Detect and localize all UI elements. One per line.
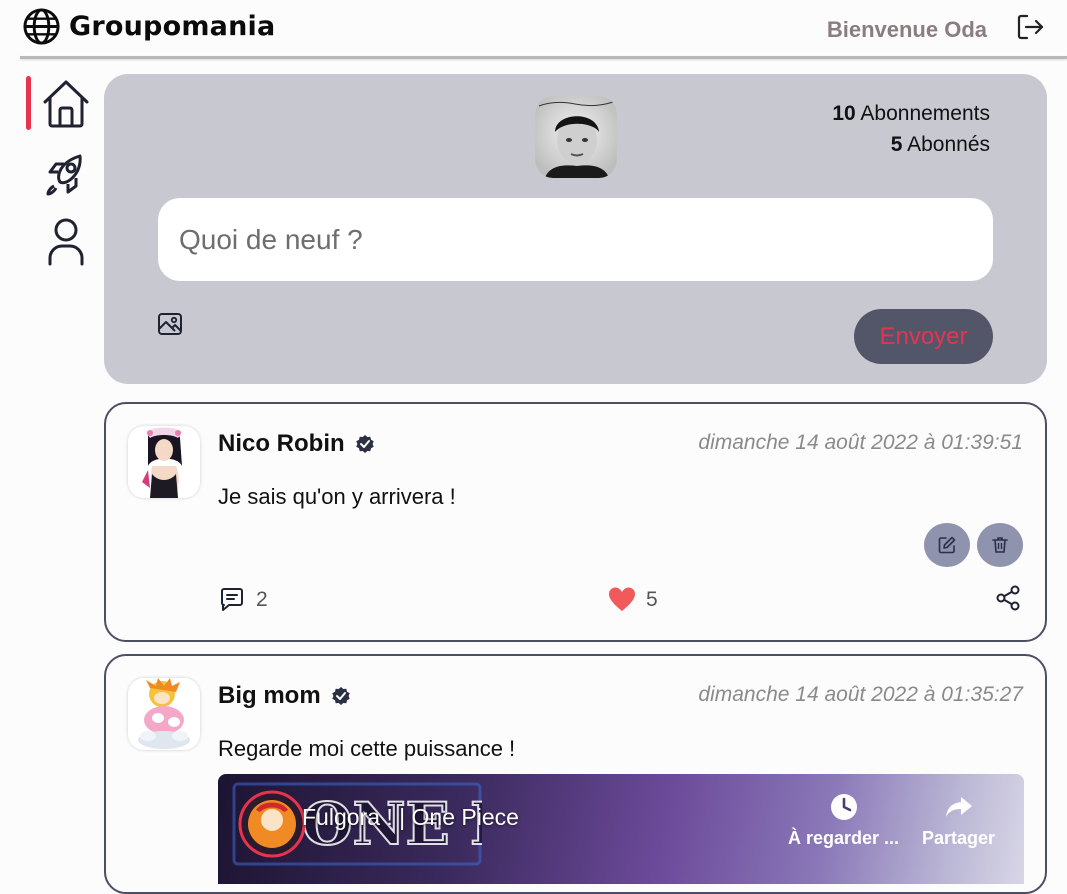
- following-stat[interactable]: 10 Abonnements: [832, 98, 990, 129]
- like-count: 5: [646, 588, 658, 611]
- brand[interactable]: Groupomania: [22, 7, 275, 46]
- share-arrow-icon: [945, 797, 972, 817]
- nav-home[interactable]: [26, 74, 96, 134]
- author-name-text: Nico Robin: [218, 430, 345, 457]
- post-input[interactable]: [158, 198, 993, 281]
- top-header: Groupomania Bienvenue Oda: [0, 0, 1067, 59]
- share-button[interactable]: [994, 584, 1022, 612]
- comments-button[interactable]: 2: [218, 586, 268, 614]
- rocket-icon: [46, 154, 82, 196]
- follow-stats: 10 Abonnements 5 Abonnés: [832, 98, 990, 160]
- edit-icon: [938, 536, 956, 554]
- active-indicator: [26, 76, 31, 130]
- watch-later-label: À regarder ...: [788, 828, 900, 848]
- comment-count: 2: [256, 588, 268, 611]
- video-title[interactable]: Fulgora ! | One Piece: [302, 804, 519, 831]
- header-divider: [20, 56, 1067, 59]
- clock-icon: [830, 794, 857, 820]
- post-text: Regarde moi cette puissance !: [218, 736, 516, 761]
- user-icon: [48, 218, 84, 266]
- author-avatar[interactable]: [128, 678, 200, 750]
- following-count: 10: [832, 102, 856, 125]
- comment-icon: [221, 588, 243, 611]
- video-share-button[interactable]: Partager: [922, 792, 995, 849]
- followers-count: 5: [890, 133, 903, 156]
- watch-later-button[interactable]: À regarder ...: [788, 792, 899, 849]
- image-icon[interactable]: [156, 310, 184, 338]
- following-label: Abonnements: [860, 102, 990, 125]
- nav-profile[interactable]: [26, 210, 96, 270]
- logout-icon[interactable]: [1015, 12, 1045, 42]
- author-name[interactable]: Nico Robin: [218, 430, 375, 458]
- brand-name: Groupomania: [69, 11, 276, 42]
- heart-icon: [609, 587, 635, 611]
- welcome-text: Bienvenue Oda: [826, 17, 987, 42]
- verified-icon: [331, 687, 350, 705]
- author-avatar[interactable]: [128, 426, 200, 498]
- trash-icon: [992, 537, 1008, 553]
- current-user-avatar[interactable]: [535, 96, 617, 178]
- send-button[interactable]: Envoyer: [854, 309, 993, 364]
- followers-stat[interactable]: 5 Abonnés: [832, 129, 990, 160]
- home-icon: [43, 80, 89, 128]
- share-icon: [996, 585, 1020, 611]
- delete-button[interactable]: [977, 523, 1023, 567]
- post-date: dimanche 14 août 2022 à 01:35:27: [698, 683, 1023, 706]
- post-date: dimanche 14 août 2022 à 01:39:51: [698, 431, 1023, 454]
- like-button[interactable]: 5: [608, 586, 658, 614]
- post-composer: 10 Abonnements 5 Abonnés Envoyer: [104, 74, 1047, 384]
- video-share-label: Partager: [922, 828, 996, 848]
- post-card: Nico Robin dimanche 14 août 2022 à 01:39…: [104, 402, 1047, 642]
- verified-icon: [355, 435, 374, 453]
- author-name-text: Big mom: [218, 682, 321, 709]
- globe-icon: [23, 8, 60, 45]
- followers-label: Abonnés: [907, 133, 990, 156]
- post-text: Je sais qu'on y arrivera !: [218, 484, 456, 509]
- post-card: Big mom dimanche 14 août 2022 à 01:35:27…: [104, 654, 1047, 894]
- edit-button[interactable]: [924, 523, 970, 567]
- nav-explore[interactable]: [26, 144, 96, 204]
- author-name[interactable]: Big mom: [218, 682, 351, 710]
